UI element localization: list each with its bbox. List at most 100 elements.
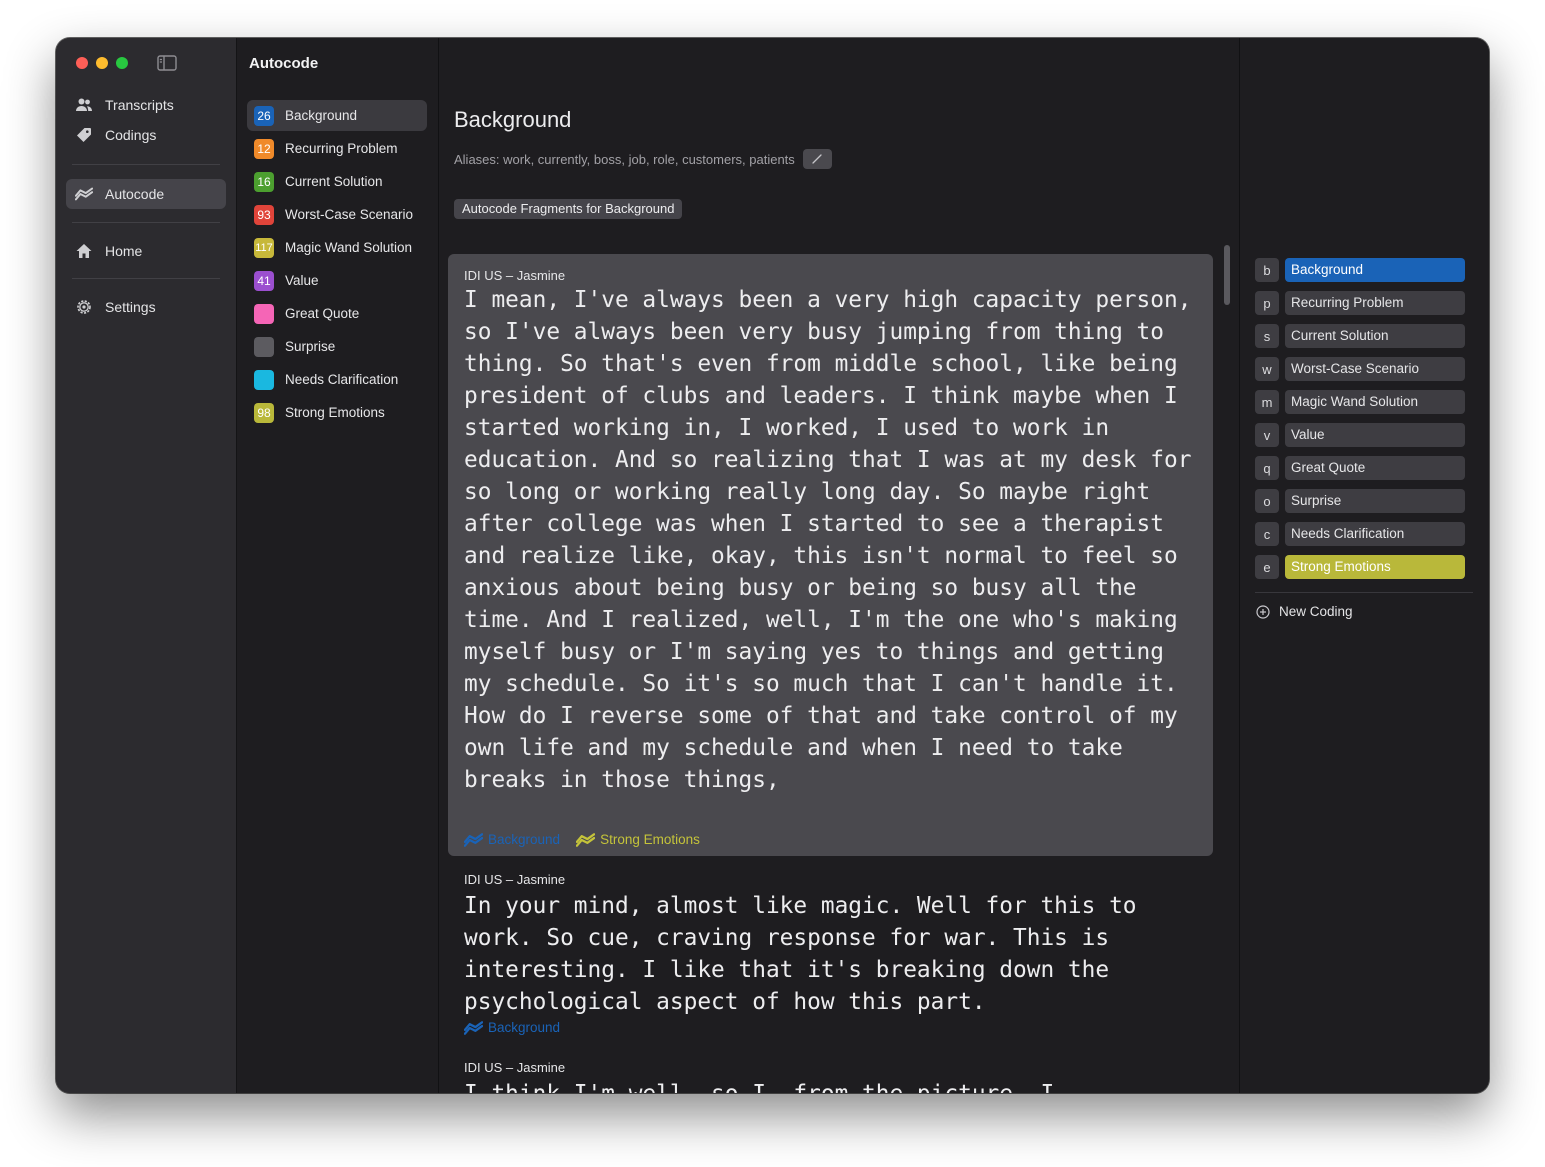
autocode-icon bbox=[464, 1020, 483, 1035]
sidebar-item-settings[interactable]: Settings bbox=[66, 292, 226, 322]
sidebar-item-autocode[interactable]: Autocode bbox=[66, 179, 226, 209]
shortcut-worst-case-scenario[interactable]: w Worst-Case Scenario bbox=[1255, 357, 1465, 381]
window-controls bbox=[76, 57, 128, 69]
zoom-window-button[interactable] bbox=[116, 57, 128, 69]
shortcut-recurring-problem[interactable]: p Recurring Problem bbox=[1255, 291, 1465, 315]
sidebar-divider bbox=[72, 278, 220, 279]
code-label: Worst-Case Scenario bbox=[285, 207, 414, 222]
shortcut-key: p bbox=[1255, 291, 1279, 315]
fragment-card[interactable]: IDI US – Jasmine In your mind, almost li… bbox=[448, 860, 1213, 1042]
fragment-tags: Background bbox=[464, 1020, 560, 1035]
shortcut-label: Current Solution bbox=[1285, 324, 1465, 348]
code-item-recurring-problem[interactable]: 12 Recurring Problem bbox=[247, 133, 427, 164]
shortcut-label: Recurring Problem bbox=[1285, 291, 1465, 315]
sidebar-item-codings[interactable]: Codings bbox=[66, 120, 226, 150]
code-item-needs-clarification[interactable]: Needs Clarification bbox=[247, 364, 427, 395]
shortcut-magic-wand-solution[interactable]: m Magic Wand Solution bbox=[1255, 390, 1465, 414]
code-item-background[interactable]: 26 Background bbox=[247, 100, 427, 131]
fragment-source: IDI US – Jasmine bbox=[464, 1060, 566, 1075]
count-badge: 98 bbox=[254, 402, 274, 423]
code-label: Magic Wand Solution bbox=[285, 240, 413, 255]
fragment-tag-strong-emotions[interactable]: Strong Emotions bbox=[576, 832, 700, 847]
plus-circle-icon bbox=[1256, 604, 1270, 619]
count-badge: 26 bbox=[254, 105, 274, 126]
sidebar: Transcripts Codings Autocode Home Settin… bbox=[56, 38, 237, 1093]
fragment-text[interactable]: In your mind, almost like magic. Well fo… bbox=[464, 890, 1204, 1018]
home-icon bbox=[76, 244, 92, 258]
code-item-great-quote[interactable]: Great Quote bbox=[247, 298, 427, 329]
fragment-card[interactable]: IDI US – Jasmine I think I'm well, so I,… bbox=[448, 1048, 1213, 1093]
sidebar-item-label: Autocode bbox=[105, 186, 165, 202]
code-label: Value bbox=[285, 273, 319, 288]
edit-aliases-button[interactable] bbox=[802, 149, 832, 169]
code-item-magic-wand-solution[interactable]: 117 Magic Wand Solution bbox=[247, 232, 427, 263]
autocode-icon bbox=[464, 832, 483, 847]
shortcut-label: Magic Wand Solution bbox=[1285, 390, 1465, 414]
shortcut-label: Surprise bbox=[1285, 489, 1465, 513]
gear-icon bbox=[77, 300, 91, 314]
shortcut-great-quote[interactable]: q Great Quote bbox=[1255, 456, 1465, 480]
shortcut-label: Worst-Case Scenario bbox=[1285, 357, 1465, 381]
coding-shortcuts-panel: b Background p Recurring Problem s Curre… bbox=[1239, 38, 1489, 1093]
fragment-text[interactable]: I think I'm well, so I, from the picture… bbox=[464, 1078, 1204, 1093]
shortcut-label: Strong Emotions bbox=[1285, 555, 1465, 579]
shortcut-label: Value bbox=[1285, 423, 1465, 447]
shortcut-label: Background bbox=[1285, 258, 1465, 282]
aliases-text: Aliases: work, currently, boss, job, rol… bbox=[454, 151, 795, 167]
sidebar-item-label: Transcripts bbox=[105, 97, 174, 113]
shortcut-label: Needs Clarification bbox=[1285, 522, 1465, 546]
minimize-window-button[interactable] bbox=[96, 57, 108, 69]
fragment-card[interactable]: IDI US – Jasmine I mean, I've always bee… bbox=[448, 254, 1213, 856]
fragment-list: IDI US – Jasmine I mean, I've always bee… bbox=[448, 254, 1238, 1093]
sidebar-item-label: Home bbox=[105, 243, 143, 259]
count-badge: 16 bbox=[254, 171, 274, 192]
shortcut-current-solution[interactable]: s Current Solution bbox=[1255, 324, 1465, 348]
fragment-text[interactable]: I mean, I've always been a very high cap… bbox=[464, 284, 1204, 796]
code-item-strong-emotions[interactable]: 98 Strong Emotions bbox=[247, 397, 427, 428]
color-swatch bbox=[254, 303, 274, 324]
fragment-tag-label: Background bbox=[488, 832, 561, 847]
fragment-tag-label: Background bbox=[488, 1020, 561, 1035]
fragment-tag-background[interactable]: Background bbox=[464, 832, 560, 847]
code-label: Needs Clarification bbox=[285, 372, 399, 387]
shortcut-key: w bbox=[1255, 357, 1279, 381]
people-icon bbox=[76, 98, 92, 111]
count-badge: 93 bbox=[254, 204, 274, 225]
sidebar-toggle-icon[interactable] bbox=[157, 55, 177, 71]
fragment-tag-label: Strong Emotions bbox=[600, 832, 700, 847]
close-window-button[interactable] bbox=[76, 57, 88, 69]
sidebar-item-transcripts[interactable]: Transcripts bbox=[66, 90, 226, 120]
code-label: Surprise bbox=[285, 339, 336, 354]
shortcut-needs-clarification[interactable]: c Needs Clarification bbox=[1255, 522, 1465, 546]
new-coding-button[interactable]: New Coding bbox=[1256, 604, 1353, 619]
app-window: Transcripts Codings Autocode Home Settin… bbox=[56, 38, 1489, 1093]
main-content: Background Aliases: work, currently, bos… bbox=[439, 38, 1238, 1093]
count-badge: 12 bbox=[254, 138, 274, 159]
shortcut-key: o bbox=[1255, 489, 1279, 513]
aliases-row: Aliases: work, currently, boss, job, rol… bbox=[454, 149, 832, 169]
page-title: Background bbox=[454, 107, 572, 132]
shortcut-key: v bbox=[1255, 423, 1279, 447]
shortcut-surprise[interactable]: o Surprise bbox=[1255, 489, 1465, 513]
shortcut-label: Great Quote bbox=[1285, 456, 1465, 480]
code-item-surprise[interactable]: Surprise bbox=[247, 331, 427, 362]
fragment-tag-background[interactable]: Background bbox=[464, 1020, 560, 1035]
shortcut-background[interactable]: b Background bbox=[1255, 258, 1465, 282]
code-item-worst-case-scenario[interactable]: 93 Worst-Case Scenario bbox=[247, 199, 427, 230]
code-label: Current Solution bbox=[285, 174, 383, 189]
shortcut-strong-emotions[interactable]: e Strong Emotions bbox=[1255, 555, 1465, 579]
shortcut-key: m bbox=[1255, 390, 1279, 414]
scrollbar-thumb[interactable] bbox=[1224, 245, 1230, 305]
code-item-value[interactable]: 41 Value bbox=[247, 265, 427, 296]
sidebar-item-label: Codings bbox=[105, 127, 157, 143]
sidebar-item-home[interactable]: Home bbox=[66, 236, 226, 266]
new-coding-label: New Coding bbox=[1279, 604, 1353, 619]
fragment-tags: Background Strong Emotions bbox=[464, 832, 700, 847]
code-label: Recurring Problem bbox=[285, 141, 398, 156]
panel-divider bbox=[1255, 592, 1473, 593]
sidebar-divider bbox=[72, 222, 220, 223]
code-item-current-solution[interactable]: 16 Current Solution bbox=[247, 166, 427, 197]
shortcut-value[interactable]: v Value bbox=[1255, 423, 1465, 447]
shortcut-key: s bbox=[1255, 324, 1279, 348]
sidebar-item-label: Settings bbox=[105, 299, 156, 315]
